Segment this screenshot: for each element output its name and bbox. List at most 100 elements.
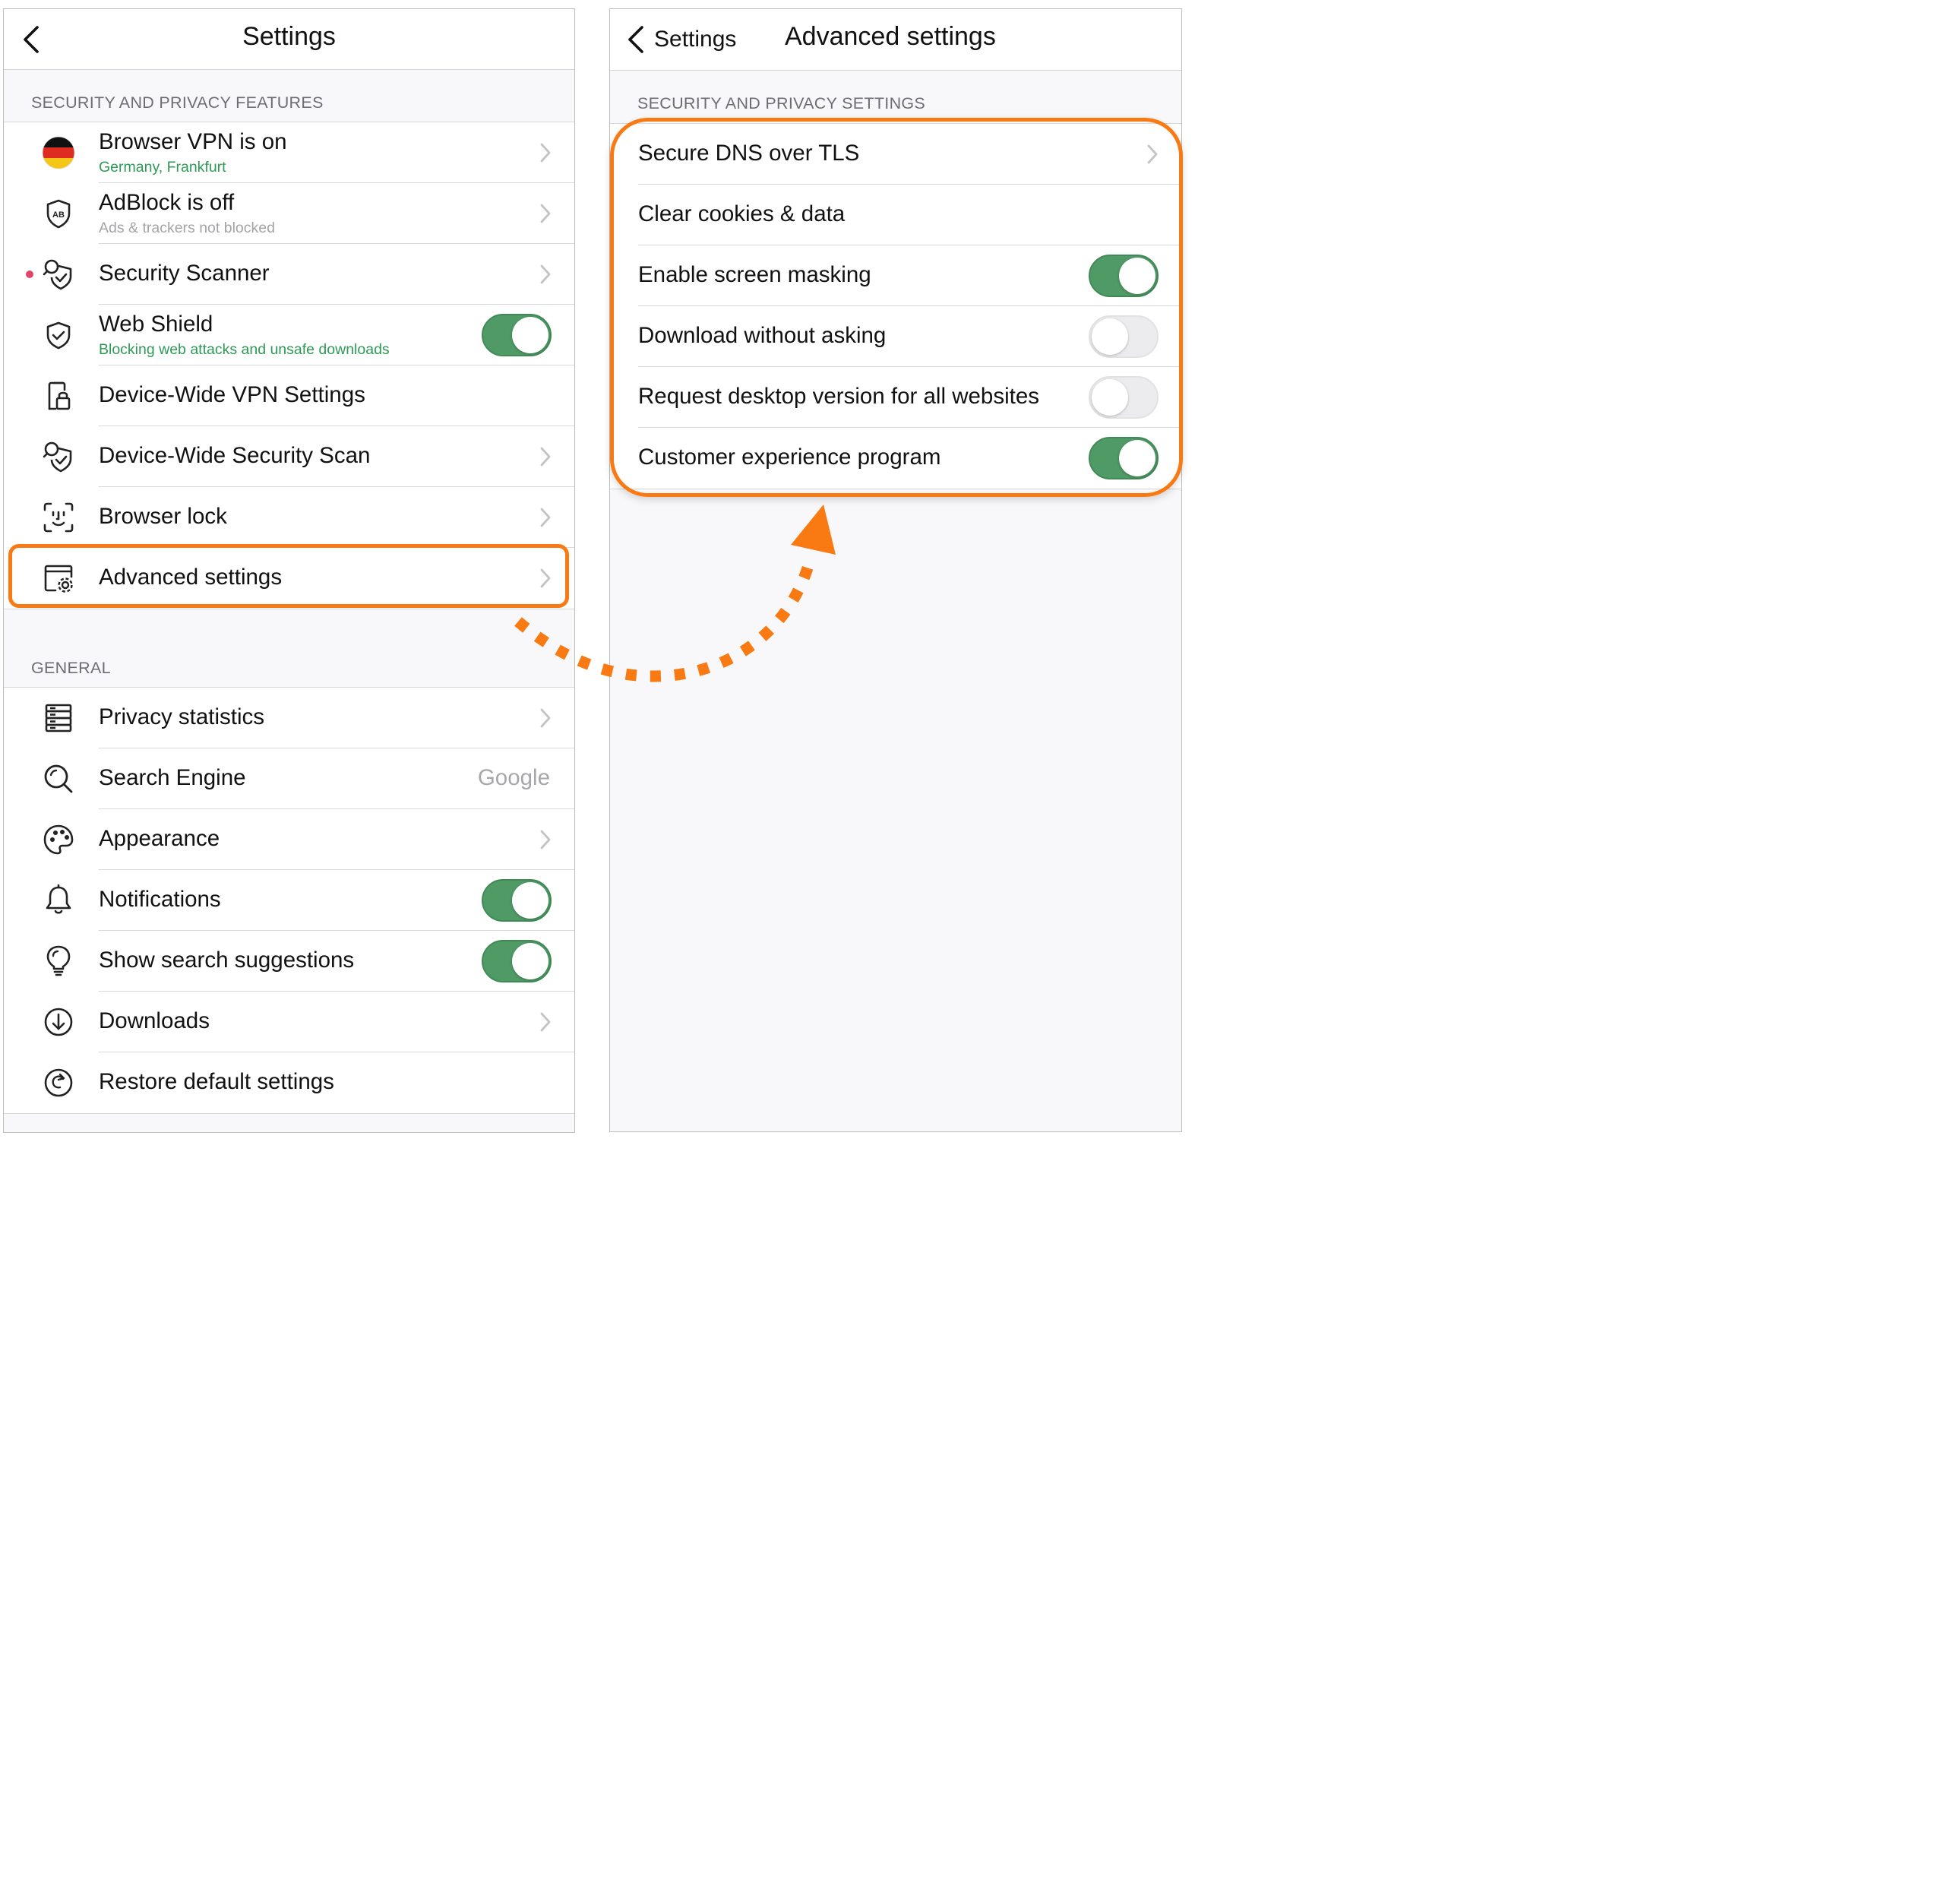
germany-flag-icon [40, 134, 77, 171]
section-header-security: SECURITY AND PRIVACY FEATURES [31, 93, 324, 112]
row-sublabel: Germany, Frankfurt [99, 159, 226, 176]
chevron-right-icon [539, 707, 552, 729]
row-label: Notifications [99, 887, 221, 912]
chevron-right-icon [539, 1011, 552, 1033]
security-scanner-icon [40, 438, 77, 475]
row-label: AdBlock is off [99, 190, 235, 215]
row-sublabel: Blocking web attacks and unsafe download… [99, 341, 390, 358]
toggle-knob [512, 943, 548, 979]
row-label: Download without asking [638, 323, 887, 348]
row-sublabel: Ads & trackers not blocked [99, 220, 275, 236]
row-label: Web Shield [99, 312, 213, 337]
database-icon [40, 700, 77, 736]
request-desktop-version-for-all-websites-toggle[interactable] [1089, 376, 1159, 419]
page-title: Advanced settings [785, 22, 996, 51]
chevron-right-icon [539, 446, 552, 467]
chevron-right-icon [539, 264, 552, 285]
row-notifications: Notifications [4, 870, 574, 931]
row-label: Device-Wide Security Scan [99, 443, 371, 468]
toggle-knob [512, 882, 548, 919]
row-label: Downloads [99, 1008, 210, 1033]
shield-check-icon [40, 317, 77, 353]
download-icon [40, 1004, 77, 1040]
row-download-without-asking: Download without asking [610, 306, 1181, 367]
row-advanced-settings[interactable]: Advanced settings [4, 548, 574, 609]
face-id-icon [40, 499, 77, 536]
page-title: Settings [242, 22, 336, 51]
general-settings-list: Privacy statistics Search Engine Google App… [4, 687, 574, 1114]
row-search-engine[interactable]: Search Engine Google [4, 748, 574, 809]
bell-icon [40, 882, 77, 919]
row-customer-experience-program: Customer experience program [610, 428, 1181, 489]
back-button[interactable]: Settings [627, 17, 736, 62]
advanced-settings-list: Secure DNS over TLS Clear cookies & data E… [610, 123, 1181, 489]
settings-screen: Settings SECURITY AND PRIVACY FEATURES B… [3, 8, 575, 1133]
alert-dot-indicator [26, 271, 33, 278]
toggle-knob [1119, 258, 1155, 294]
lightbulb-icon [40, 943, 77, 979]
navbar: Settings Advanced settings [610, 9, 1181, 71]
row-label: Clear cookies & data [638, 201, 846, 226]
row-web-shield: Web Shield Blocking web attacks and unsaf… [4, 305, 574, 365]
advanced-settings-screen: Settings Advanced settings SECURITY AND … [609, 8, 1182, 1132]
chevron-right-icon [539, 829, 552, 850]
toggle-knob [512, 317, 548, 353]
device-lock-icon [40, 378, 77, 414]
security-scanner-icon [40, 256, 77, 293]
toggle-knob [1092, 318, 1128, 355]
web-shield-toggle[interactable] [482, 314, 552, 356]
row-secure-dns-over-tls[interactable]: Secure DNS over TLS [610, 124, 1181, 185]
settings-gear-icon [40, 560, 77, 596]
row-show-search-suggestions: Show search suggestions [4, 931, 574, 992]
row-label: Request desktop version for all websites [638, 384, 1039, 409]
row-device-wide-security-scan[interactable]: Device-Wide Security Scan [4, 426, 574, 487]
enable-screen-masking-toggle[interactable] [1089, 255, 1159, 297]
row-label: Security Scanner [99, 261, 270, 286]
row-label: Enable screen masking [638, 262, 871, 287]
chevron-right-icon [539, 507, 552, 528]
svg-text:AB: AB [52, 210, 65, 220]
row-label: Appearance [99, 826, 220, 851]
restore-icon [40, 1065, 77, 1101]
row-device-wide-vpn-settings[interactable]: Device-Wide VPN Settings [4, 365, 574, 426]
row-label: Privacy statistics [99, 704, 265, 729]
row-label: Device-Wide VPN Settings [99, 382, 365, 407]
row-request-desktop-version-for-all-websites: Request desktop version for all websites [610, 367, 1181, 428]
search-icon [40, 761, 77, 797]
row-label: Restore default settings [99, 1069, 334, 1094]
chevron-left-icon [627, 25, 645, 54]
adblock-shield-icon: AB [40, 195, 77, 232]
show-search-suggestions-toggle[interactable] [482, 940, 552, 982]
chevron-right-icon [539, 142, 552, 163]
section-header-security: SECURITY AND PRIVACY SETTINGS [637, 94, 926, 112]
notifications-toggle[interactable] [482, 879, 552, 922]
row-label: Show search suggestions [99, 948, 355, 973]
chevron-right-icon [539, 568, 552, 589]
toggle-knob [1119, 440, 1155, 476]
download-without-asking-toggle[interactable] [1089, 315, 1159, 358]
row-enable-screen-masking: Enable screen masking [610, 245, 1181, 306]
back-label: Settings [654, 27, 737, 52]
section-header-general: GENERAL [31, 659, 111, 677]
row-label: Secure DNS over TLS [638, 141, 860, 166]
row-label: Advanced settings [99, 565, 283, 590]
palette-icon [40, 821, 77, 858]
customer-experience-program-toggle[interactable] [1089, 437, 1159, 479]
row-restore-default-settings[interactable]: Restore default settings [4, 1052, 574, 1113]
security-features-list: Browser VPN is on Germany, Frankfurt AB AdB… [4, 122, 574, 609]
row-browser-lock[interactable]: Browser lock [4, 487, 574, 548]
chevron-right-icon [539, 203, 552, 224]
toggle-knob [1092, 379, 1128, 416]
row-label: Search Engine [99, 765, 246, 790]
row-browser-vpn-is-on[interactable]: Browser VPN is on Germany, Frankfurt [4, 122, 574, 183]
row-clear-cookies-data[interactable]: Clear cookies & data [610, 185, 1181, 245]
row-adblock-is-off[interactable]: AB AdBlock is off Ads & trackers not block… [4, 183, 574, 244]
row-label: Browser VPN is on [99, 129, 287, 154]
row-privacy-statistics[interactable]: Privacy statistics [4, 688, 574, 748]
row-security-scanner[interactable]: Security Scanner [4, 244, 574, 305]
chevron-right-icon [1146, 144, 1159, 165]
row-label: Browser lock [99, 504, 227, 529]
navbar: Settings [4, 9, 574, 70]
row-appearance[interactable]: Appearance [4, 809, 574, 870]
row-downloads[interactable]: Downloads [4, 992, 574, 1052]
